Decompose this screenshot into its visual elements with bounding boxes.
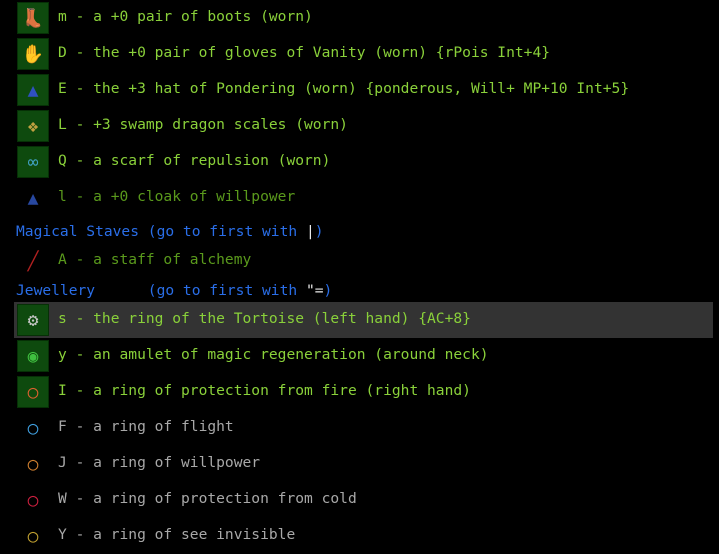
inventory-item-ring-cold[interactable]: ○ W - a ring of protection from cold [14,482,713,518]
header-label: Magical Staves (go to first with [16,223,306,240]
header-close: ) [314,223,324,240]
inventory-item-staff[interactable]: ╱ A - a staff of alchemy [14,243,713,279]
item-label: L - +3 swamp dragon scales (worn) [58,116,348,133]
header-key: | [305,223,315,240]
hat-icon: ▲ [17,74,49,106]
inventory-item-ring-willpower[interactable]: ○ J - a ring of willpower [14,446,713,482]
inventory-item-scarf[interactable]: ∞ Q - a scarf of repulsion (worn) [14,144,713,180]
ring-cold-icon: ○ [27,489,39,511]
inventory-item-ring-fire[interactable]: ○ I - a ring of protection from fire (rig… [14,374,713,410]
ring-willpower-icon: ○ [27,453,39,475]
inventory-item-ring-see-invisible[interactable]: ○ Y - a ring of see invisible [14,518,713,554]
ring-icon: ⚙ [17,304,49,336]
gloves-icon: ✋ [17,38,49,70]
header-close: ) [323,282,333,299]
item-label: E - the +3 hat of Pondering (worn) {pond… [58,80,630,97]
ring-fire-icon: ○ [17,376,49,408]
item-label: J - a ring of willpower [58,454,261,471]
item-label: y - an amulet of magic regeneration (aro… [58,346,489,363]
item-label: F - a ring of flight [58,418,234,435]
ring-see-invisible-icon: ○ [27,525,39,547]
inventory-item-amulet[interactable]: ◉ y - an amulet of magic regeneration (ar… [14,338,713,374]
item-label: A - a staff of alchemy [58,251,252,268]
amulet-icon: ◉ [17,340,49,372]
inventory-item-ring-flight[interactable]: ○ F - a ring of flight [14,410,713,446]
item-label: Y - a ring of see invisible [58,526,296,543]
inventory-item-dragon-scales[interactable]: ❖ L - +3 swamp dragon scales (worn) [14,108,713,144]
staff-icon: ╱ [27,250,39,272]
inventory-item-hat[interactable]: ▲ E - the +3 hat of Pondering (worn) {pon… [14,72,713,108]
inventory-item-boots[interactable]: 👢 m - a +0 pair of boots (worn) [14,0,713,36]
item-label: s - the ring of the Tortoise (left hand)… [58,310,471,327]
item-label: l - a +0 cloak of willpower [58,188,296,205]
item-label: W - a ring of protection from cold [58,490,357,507]
header-key: "= [305,282,324,299]
magical-staves-header[interactable]: Magical Staves (go to first with |) [16,221,324,243]
ring-flight-icon: ○ [27,417,39,439]
inventory-item-gloves[interactable]: ✋ D - the +0 pair of gloves of Vanity (wo… [14,36,713,72]
inventory-item-cloak[interactable]: ▲ l - a +0 cloak of willpower [14,180,713,216]
jewellery-header[interactable]: Jewellery (go to first with "=) [16,280,332,302]
boots-icon: 👢 [17,2,49,34]
cloak-icon: ▲ [27,187,39,209]
header-label: Jewellery (go to first with [16,282,306,299]
item-label: m - a +0 pair of boots (worn) [58,8,313,25]
item-label: Q - a scarf of repulsion (worn) [58,152,331,169]
item-label: I - a ring of protection from fire (righ… [58,382,471,399]
dragon-scales-icon: ❖ [17,110,49,142]
inventory-item-ring-tortoise[interactable]: ⚙ s - the ring of the Tortoise (left hand… [14,302,713,338]
item-label: D - the +0 pair of gloves of Vanity (wor… [58,44,551,61]
scarf-icon: ∞ [17,146,49,178]
